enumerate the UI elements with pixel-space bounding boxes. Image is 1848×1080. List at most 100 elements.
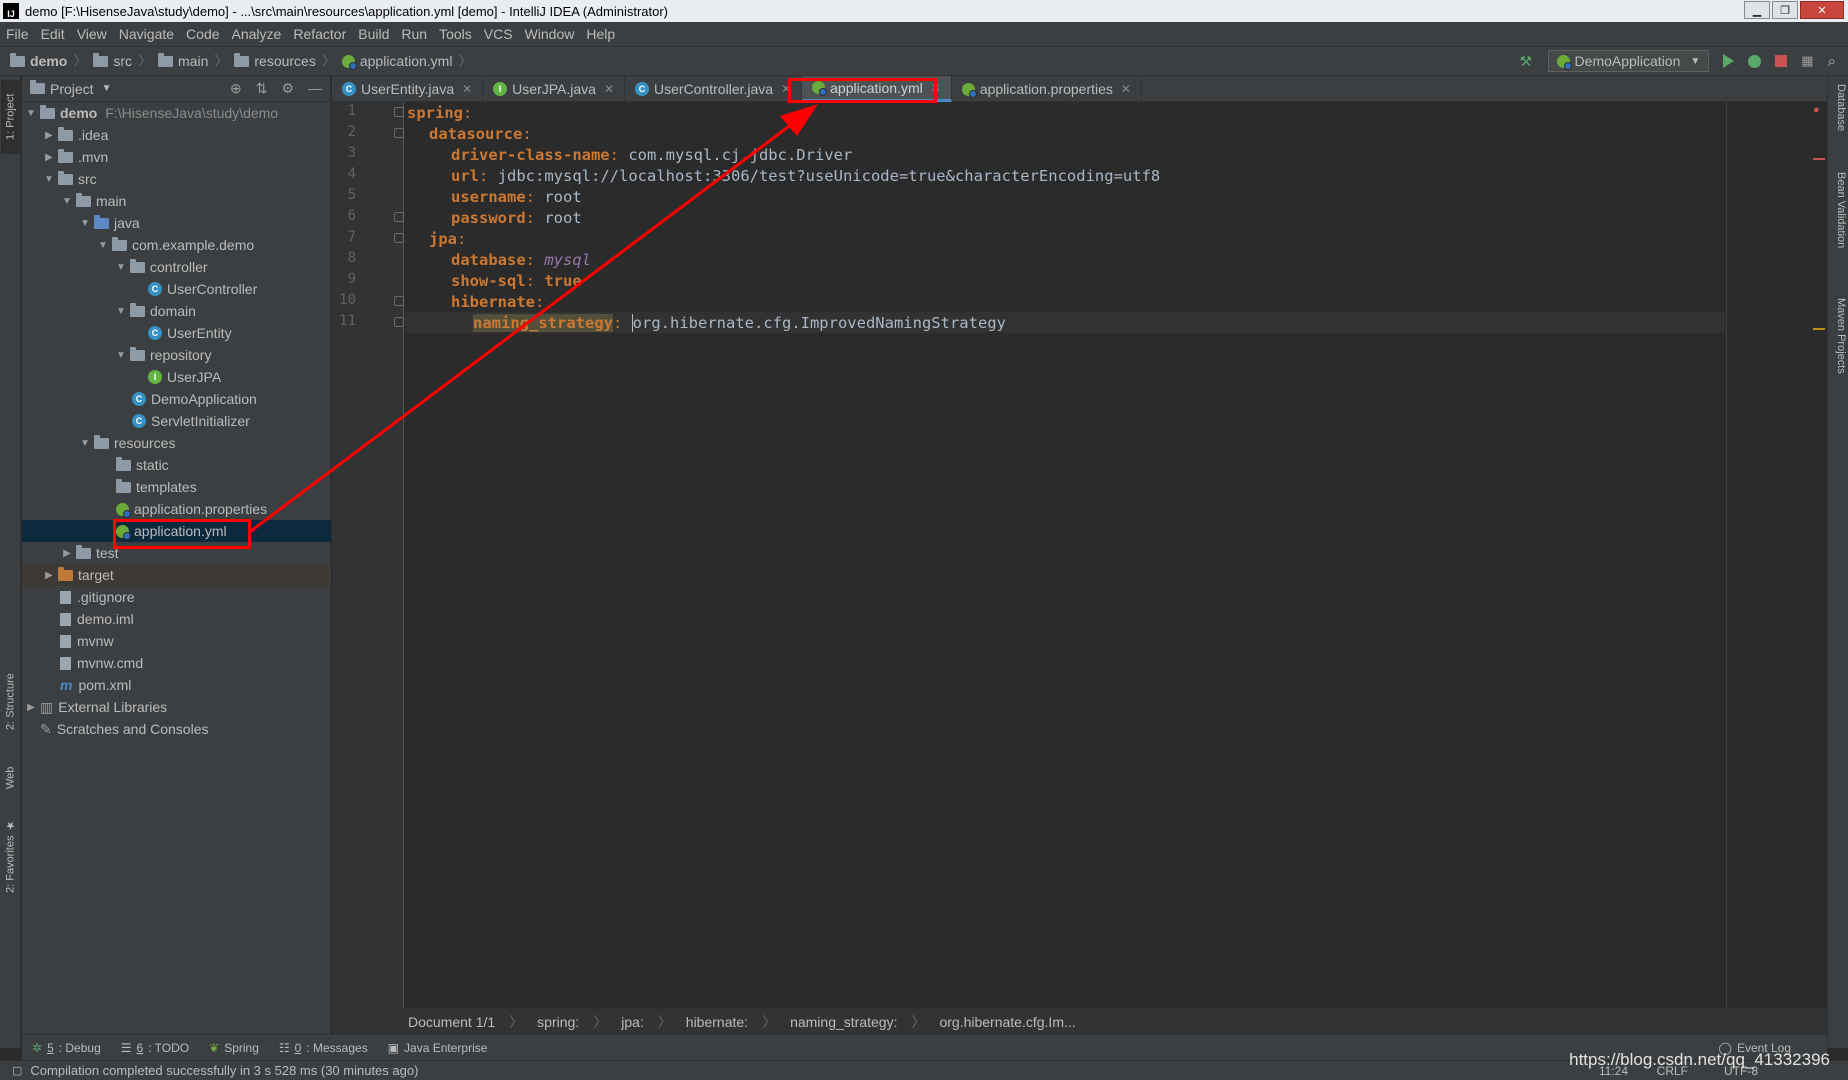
maven-projects-tool-tab[interactable]: Maven Projects bbox=[1830, 298, 1847, 374]
maven-projects-tool-tab-label: Maven Projects bbox=[1835, 298, 1847, 374]
tree-item-mvnw[interactable]: mvnw bbox=[22, 630, 331, 652]
tree-item-userjpa[interactable]: I UserJPA bbox=[22, 366, 331, 388]
menu-edit[interactable]: Edit bbox=[41, 26, 65, 42]
fold-marker-icon[interactable] bbox=[394, 296, 404, 306]
maximize-icon[interactable]: ❐ bbox=[1772, 1, 1798, 19]
menu-window[interactable]: Window bbox=[525, 26, 575, 42]
menu-tools[interactable]: Tools bbox=[439, 26, 472, 42]
tool-messages[interactable]: ☷ 0: Messages bbox=[279, 1041, 368, 1055]
tree-item-main[interactable]: ▼ main bbox=[22, 190, 331, 212]
nav-crumb-application-yml[interactable]: application.yml 〉 bbox=[341, 51, 472, 71]
tree-item-external-libraries[interactable]: ▶ ▥ External Libraries bbox=[22, 696, 331, 718]
menu-run[interactable]: Run bbox=[401, 26, 427, 42]
close-window-icon[interactable]: ✕ bbox=[1800, 1, 1844, 19]
status-toggle-icon[interactable]: ▢ bbox=[12, 1064, 22, 1077]
menu-vcs[interactable]: VCS bbox=[484, 26, 513, 42]
stop-icon[interactable] bbox=[1775, 55, 1788, 67]
close-tab-icon[interactable]: ✕ bbox=[604, 82, 614, 96]
tree-item-com-example-demo[interactable]: ▼ com.example.demo bbox=[22, 234, 331, 256]
tree-item-target[interactable]: ▶ target bbox=[22, 564, 331, 586]
favorites-tool-tab[interactable]: 2: Favorites ★ bbox=[1, 816, 20, 896]
debug-icon[interactable] bbox=[1748, 54, 1762, 68]
tree-item-controller[interactable]: ▼ controller bbox=[22, 256, 331, 278]
yaml-key: username bbox=[451, 188, 526, 206]
project-structure-icon[interactable]: ▦ bbox=[1801, 53, 1813, 69]
tab-userentity-java[interactable]: C UserEntity.java ✕ bbox=[332, 76, 484, 102]
menu-code[interactable]: Code bbox=[186, 26, 219, 42]
menu-navigate[interactable]: Navigate bbox=[119, 26, 174, 42]
run-icon[interactable] bbox=[1723, 54, 1735, 68]
tool-todo[interactable]: ☰ 6: TODO bbox=[121, 1041, 189, 1055]
menu-help[interactable]: Help bbox=[586, 26, 615, 42]
structure-tool-tab[interactable]: 2: Structure bbox=[1, 662, 20, 742]
search-icon[interactable]: ⌕ bbox=[1828, 53, 1836, 70]
warning-marker[interactable] bbox=[1813, 328, 1825, 330]
tab-application-properties[interactable]: application.properties ✕ bbox=[952, 76, 1142, 102]
database-tool-tab[interactable]: Database bbox=[1830, 84, 1847, 131]
tree-item-demo[interactable]: ▼ demo F:\HisenseJava\study\demo bbox=[22, 102, 331, 124]
run-configuration-select[interactable]: DemoApplication ▼ bbox=[1547, 50, 1710, 72]
breadcrumb-naming-strategy[interactable]: naming_strategy: bbox=[790, 1014, 897, 1030]
tree-item-usercontroller[interactable]: C UserController bbox=[22, 278, 331, 300]
build-hammer-icon[interactable]: ⚒ bbox=[1520, 54, 1534, 68]
fold-marker-icon[interactable] bbox=[394, 212, 404, 222]
chevron-down-icon[interactable]: ▼ bbox=[102, 83, 112, 94]
tree-item-resources[interactable]: ▼ resources bbox=[22, 432, 331, 454]
gear-icon[interactable]: ⚙ bbox=[281, 80, 294, 97]
web-tool-tab[interactable]: Web bbox=[1, 756, 20, 800]
breadcrumb-hibernate[interactable]: hibernate: bbox=[686, 1014, 748, 1030]
breadcrumb-spring[interactable]: spring: bbox=[537, 1014, 579, 1030]
breadcrumb-document[interactable]: Document 1/1 bbox=[408, 1014, 495, 1030]
tree-item-mvn[interactable]: ▶ .mvn bbox=[22, 146, 331, 168]
collapse-all-icon[interactable]: ⇅ bbox=[256, 80, 268, 97]
project-tool-tab[interactable]: 1: Project bbox=[1, 80, 20, 154]
fold-marker-icon[interactable] bbox=[394, 128, 404, 138]
tree-item-demoapplication[interactable]: C DemoApplication bbox=[22, 388, 331, 410]
tree-item-servletinitializer[interactable]: C ServletInitializer bbox=[22, 410, 331, 432]
tree-item-mvnw-cmd[interactable]: mvnw.cmd bbox=[22, 652, 331, 674]
menu-view[interactable]: View bbox=[77, 26, 107, 42]
bean-validation-tool-tab[interactable]: Bean Validation bbox=[1830, 172, 1847, 248]
tree-item-pom-xml[interactable]: m pom.xml bbox=[22, 674, 331, 696]
menu-refactor[interactable]: Refactor bbox=[293, 26, 346, 42]
tree-item-userentity[interactable]: C UserEntity bbox=[22, 322, 331, 344]
nav-crumb-resources[interactable]: resources 〉 bbox=[234, 51, 336, 71]
tool-debug[interactable]: ✲ 5: Debug bbox=[32, 1041, 101, 1055]
nav-crumb-demo[interactable]: demo 〉 bbox=[10, 51, 87, 71]
tree-item-templates[interactable]: templates bbox=[22, 476, 331, 498]
scroll-from-source-icon[interactable]: ⊕ bbox=[230, 80, 242, 97]
project-panel-title[interactable]: Project bbox=[50, 81, 94, 97]
close-tab-icon[interactable]: ✕ bbox=[462, 82, 472, 96]
tree-item-domain[interactable]: ▼ domain bbox=[22, 300, 331, 322]
error-stripe[interactable]: ● bbox=[1727, 102, 1827, 1008]
minimize-icon[interactable]: ▁ bbox=[1744, 1, 1770, 19]
menu-build[interactable]: Build bbox=[358, 26, 389, 42]
tree-item-java[interactable]: ▼ java bbox=[22, 212, 331, 234]
tree-item-application-properties[interactable]: application.properties bbox=[22, 498, 331, 520]
nav-crumb-src[interactable]: src 〉 bbox=[93, 51, 152, 71]
tree-item-scratches[interactable]: ✎ Scratches and Consoles bbox=[22, 718, 331, 740]
breadcrumb-jpa[interactable]: jpa: bbox=[621, 1014, 644, 1030]
code-editor[interactable]: spring: datasource: driver-class-name: c… bbox=[405, 102, 1725, 1008]
menu-analyze[interactable]: Analyze bbox=[232, 26, 282, 42]
error-marker[interactable] bbox=[1813, 158, 1825, 160]
tree-item-repository[interactable]: ▼ repository bbox=[22, 344, 331, 366]
close-tab-icon[interactable]: ✕ bbox=[1121, 82, 1131, 96]
tree-item-demo-iml[interactable]: demo.iml bbox=[22, 608, 331, 630]
tab-userjpa-java[interactable]: I UserJPA.java ✕ bbox=[483, 76, 626, 102]
tool-java-enterprise[interactable]: ▣ Java Enterprise bbox=[388, 1041, 488, 1055]
hide-panel-icon[interactable]: — bbox=[308, 80, 322, 97]
breadcrumb-value[interactable]: org.hibernate.cfg.Im... bbox=[939, 1014, 1075, 1030]
tree-item-src[interactable]: ▼ src bbox=[22, 168, 331, 190]
fold-marker-icon[interactable] bbox=[394, 317, 404, 327]
tree-item-idea[interactable]: ▶ .idea bbox=[22, 124, 331, 146]
tool-spring[interactable]: ❦ Spring bbox=[209, 1041, 259, 1055]
menu-file[interactable]: File bbox=[6, 26, 29, 42]
nav-crumb-main[interactable]: main 〉 bbox=[158, 51, 228, 71]
tree-item-static[interactable]: static bbox=[22, 454, 331, 476]
tab-usercontroller-java[interactable]: C UserController.java ✕ bbox=[625, 76, 803, 102]
fold-marker-icon[interactable] bbox=[394, 233, 404, 243]
error-indicator-icon[interactable]: ● bbox=[1813, 104, 1820, 116]
fold-marker-icon[interactable] bbox=[394, 107, 404, 117]
tree-item-gitignore[interactable]: .gitignore bbox=[22, 586, 331, 608]
